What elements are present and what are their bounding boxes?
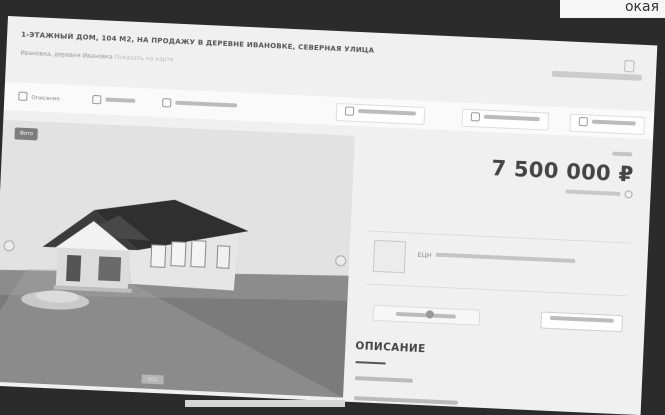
- show-phone-button[interactable]: [372, 304, 481, 326]
- toolbar-item-3[interactable]: [162, 98, 238, 111]
- listing-price: 7 500 000 ₽: [490, 156, 634, 187]
- list-icon: [18, 91, 28, 101]
- pin-icon: [92, 94, 102, 105]
- house-render-image: [0, 119, 355, 398]
- write-message-button[interactable]: [540, 311, 624, 333]
- house-photo[interactable]: Фото 1/12: [0, 119, 355, 398]
- listing-date-note: [551, 70, 642, 81]
- doc-icon: [162, 98, 172, 108]
- contact-row: [364, 301, 627, 335]
- toolbar-item-2[interactable]: [92, 94, 136, 107]
- bottom-window-strip: [185, 400, 345, 407]
- toolbar-button-2[interactable]: [461, 108, 550, 131]
- price-label: [612, 151, 633, 157]
- flag-icon: [344, 106, 355, 116]
- price-per-meter: [565, 189, 621, 196]
- info-icon[interactable]: [624, 190, 633, 199]
- toolbar-button-3[interactable]: [569, 113, 646, 135]
- background-window-corner: окая: [560, 0, 665, 18]
- listing-address[interactable]: Ивановка, деревня Ивановка: [20, 50, 113, 61]
- listing-address-line: Ивановка, деревня Ивановка Показать на к…: [20, 50, 174, 64]
- background-window-text: окая: [624, 0, 659, 15]
- description-line-1: [354, 376, 413, 386]
- description-underline: [355, 361, 386, 365]
- toolbar-description-label: Описание: [31, 95, 60, 103]
- show-on-map-link[interactable]: Показать на карте: [114, 54, 173, 64]
- share-icon: [470, 112, 481, 122]
- listing-sidebar: 7 500 000 ₽ ЕЦН ОПИСАНИЕ: [343, 128, 653, 415]
- agency-card[interactable]: ЕЦН: [366, 230, 631, 297]
- listing-page: 1-ЭТАЖНЫЙ ДОМ, 104 М2, НА ПРОДАЖУ В ДЕРЕ…: [0, 16, 658, 415]
- description-title: ОПИСАНИЕ: [355, 340, 426, 356]
- description-line-2: [353, 396, 459, 408]
- agency-name-short: ЕЦН: [417, 250, 432, 260]
- toolbar-description[interactable]: Описание: [18, 91, 60, 104]
- toolbar-button-1[interactable]: [335, 102, 426, 126]
- star-icon: [578, 117, 588, 127]
- agency-logo: [372, 239, 407, 274]
- photo-counter: 1/12: [141, 374, 164, 385]
- agency-name[interactable]: ЕЦН: [417, 250, 576, 266]
- photo-badge: Фото: [14, 127, 39, 141]
